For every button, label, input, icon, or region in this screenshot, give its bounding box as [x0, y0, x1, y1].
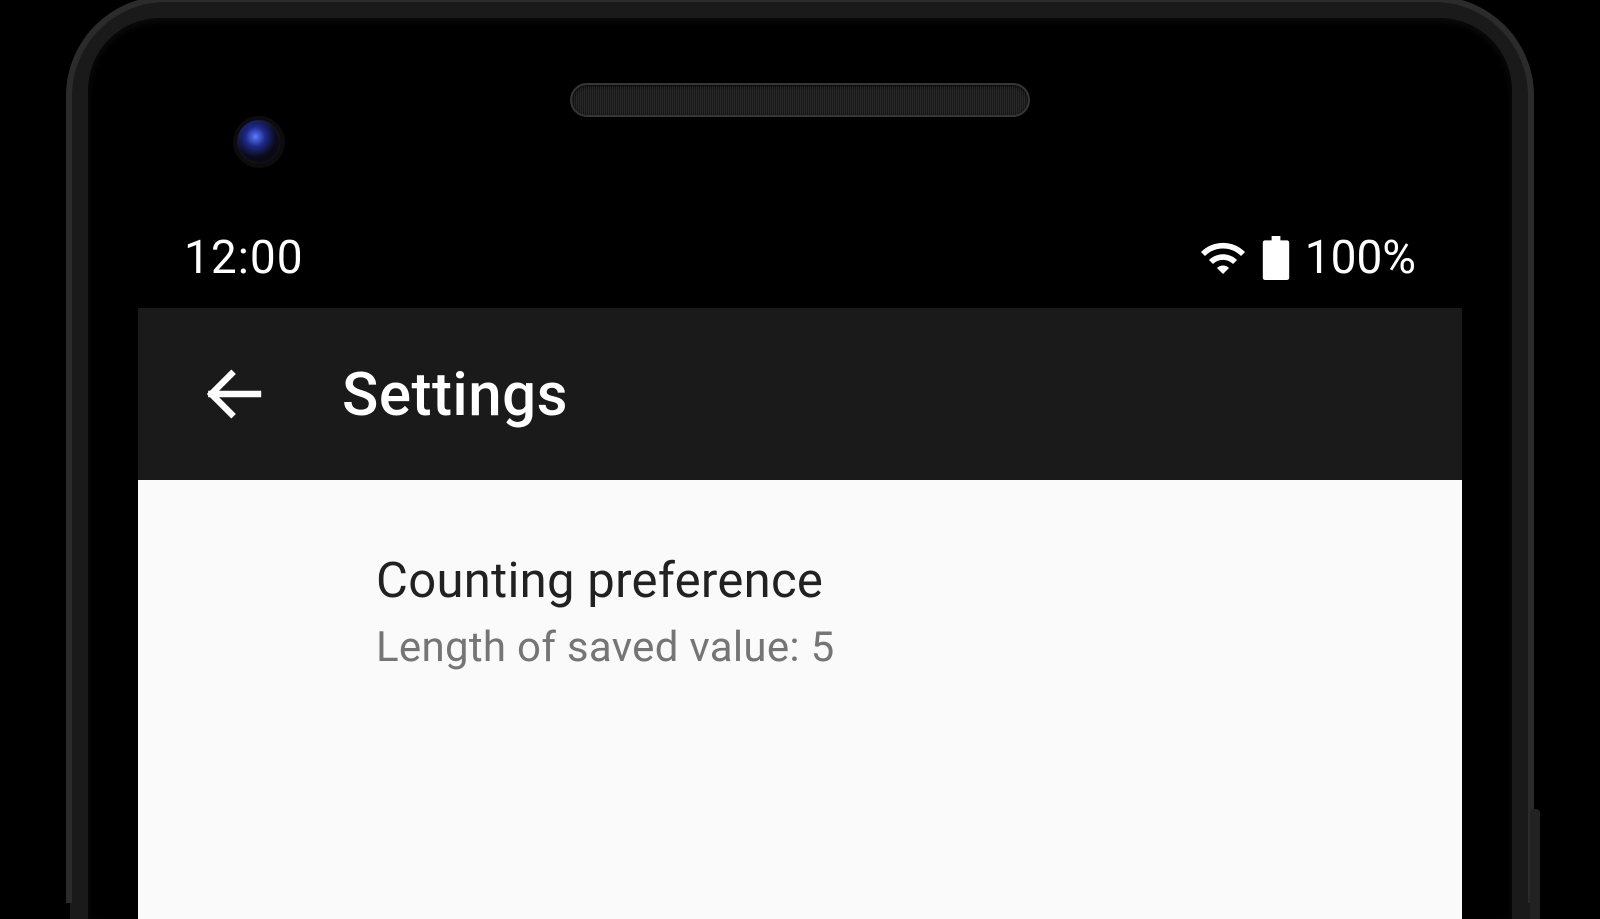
status-bar: 12:00 100%: [138, 218, 1462, 308]
back-button[interactable]: [198, 358, 270, 430]
preference-summary: Length of saved value: 5: [376, 616, 1416, 679]
battery-full-icon: [1261, 236, 1291, 280]
phone-device-frame: 12:00 100% Settings Cou: [70, 0, 1530, 919]
phone-front-camera: [233, 116, 285, 168]
arrow-left-icon: [202, 362, 266, 426]
status-bar-time: 12:00: [184, 231, 304, 285]
status-bar-right: 100%: [1199, 231, 1416, 285]
phone-screen: 12:00 100% Settings Cou: [138, 218, 1462, 919]
app-bar-title: Settings: [342, 359, 568, 430]
phone-side-button: [1530, 809, 1540, 919]
phone-speaker: [570, 83, 1030, 117]
settings-content: Counting preference Length of saved valu…: [138, 480, 1462, 919]
status-bar-battery-percent: 100%: [1305, 231, 1416, 285]
app-bar: Settings: [138, 308, 1462, 480]
wifi-icon: [1199, 234, 1247, 282]
counting-preference-item[interactable]: Counting preference Length of saved valu…: [138, 524, 1462, 703]
preference-title: Counting preference: [376, 548, 1416, 614]
